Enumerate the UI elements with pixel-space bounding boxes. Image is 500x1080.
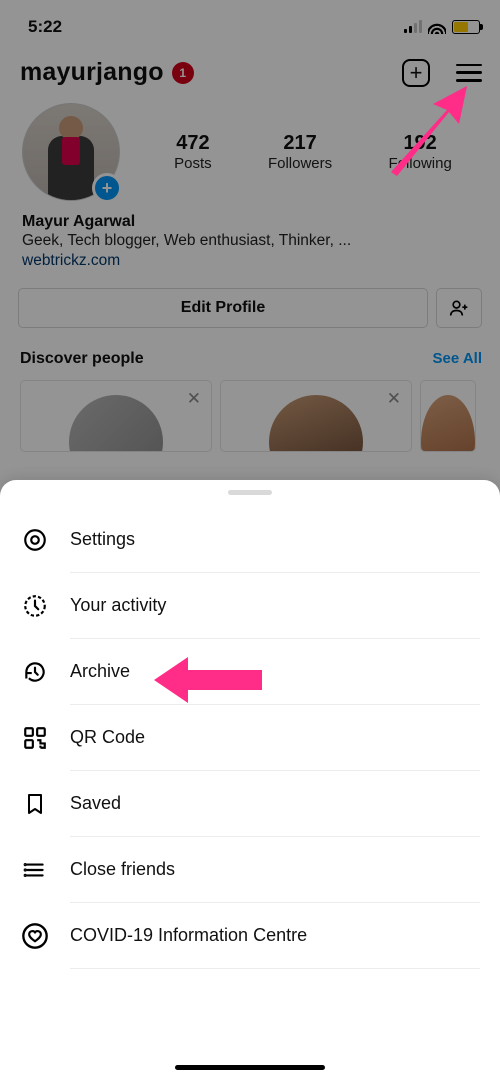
avatar [69,395,163,452]
add-person-icon [449,298,469,318]
status-bar-indicators [404,20,480,34]
menu-item-label: Close friends [70,859,175,880]
menu-item-label: Archive [70,661,130,682]
bio-link[interactable]: webtrickz.com [22,252,478,270]
avatar [269,395,363,452]
archive-icon [20,657,50,687]
annotation-arrow-archive [152,655,262,705]
close-icon[interactable]: ✕ [187,389,201,409]
avatar [421,395,475,452]
edit-profile-button[interactable]: Edit Profile [18,288,428,328]
menu-item-covid-info[interactable]: COVID-19 Information Centre [0,903,500,969]
discover-card[interactable]: ✕ [220,380,412,452]
menu-item-label: COVID-19 Information Centre [70,925,307,946]
notification-badge: 1 [172,62,194,84]
bio-description: Geek, Tech blogger, Web enthusiast, Thin… [22,231,478,252]
profile-bio: Mayur Agarwal Geek, Tech blogger, Web en… [0,209,500,278]
sheet-grabber[interactable] [228,490,272,495]
bookmark-icon [20,789,50,819]
menu-icon[interactable] [456,64,482,82]
status-bar: 5:22 [0,0,500,44]
discover-people-section: Discover people See All ✕ ✕ [0,332,500,452]
stat-posts[interactable]: 472 Posts [174,132,212,172]
heart-circle-icon [20,921,50,951]
activity-icon [20,591,50,621]
profile-avatar[interactable] [22,103,120,201]
create-post-icon[interactable] [402,59,430,87]
discover-see-all[interactable]: See All [433,350,482,367]
menu-item-label: Your activity [70,595,166,616]
close-icon[interactable]: ✕ [387,389,401,409]
wifi-icon [428,20,446,34]
bio-name: Mayur Agarwal [22,213,478,231]
menu-item-label: Settings [70,529,135,550]
qr-code-icon [20,723,50,753]
menu-item-label: Saved [70,793,121,814]
add-story-icon[interactable] [92,173,122,203]
stat-followers[interactable]: 217 Followers [268,132,332,172]
battery-icon [452,20,480,34]
close-friends-icon [20,855,50,885]
username-dropdown[interactable]: mayurjango 1 [20,58,194,87]
cellular-signal-icon [404,21,422,33]
username-label: mayurjango [20,58,164,87]
discover-people-button[interactable] [436,288,482,328]
menu-item-your-activity[interactable]: Your activity [0,573,500,639]
settings-icon [20,525,50,555]
menu-item-settings[interactable]: Settings [0,507,500,573]
discover-title: Discover people [20,350,144,368]
discover-card[interactable] [420,380,476,452]
menu-list: Settings Your activity Archive QR Code [0,507,500,1065]
menu-item-saved[interactable]: Saved [0,771,500,837]
menu-item-label: QR Code [70,727,145,748]
menu-item-qr-code[interactable]: QR Code [0,705,500,771]
annotation-arrow-menu [383,84,475,176]
bottom-sheet-menu: Settings Your activity Archive QR Code [0,480,500,1080]
status-bar-time: 5:22 [28,17,62,37]
home-indicator[interactable] [175,1065,325,1070]
menu-item-close-friends[interactable]: Close friends [0,837,500,903]
discover-card[interactable]: ✕ [20,380,212,452]
